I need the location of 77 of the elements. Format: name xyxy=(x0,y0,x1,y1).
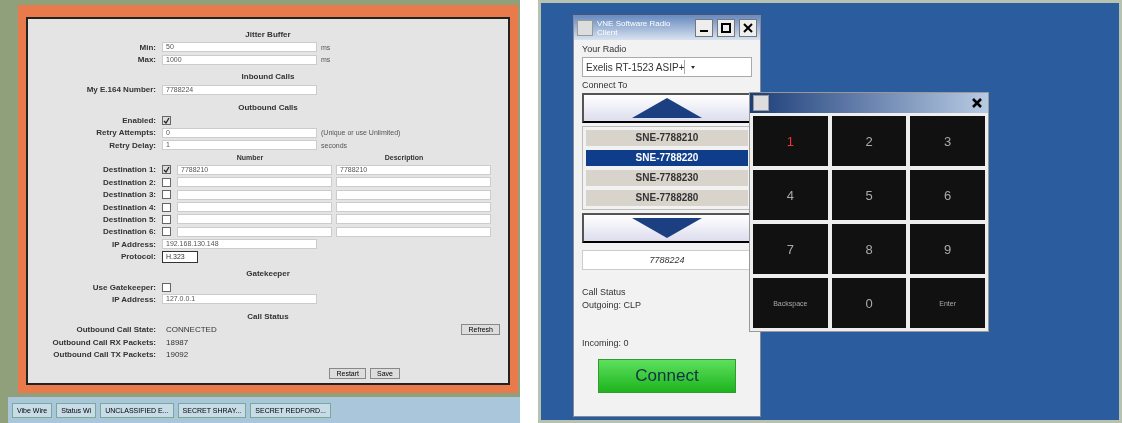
field-label: Destination 3: xyxy=(102,190,157,200)
status-value: 18987 xyxy=(166,337,189,347)
minimize-icon[interactable] xyxy=(695,19,713,37)
section-label: Call Status xyxy=(582,287,627,297)
keypad-key[interactable]: 2 xyxy=(831,116,907,166)
field-label: IP Address: xyxy=(111,294,157,304)
section-heading: Gatekeeper xyxy=(246,269,290,279)
section-heading: Outbound Calls xyxy=(238,102,298,112)
maximize-icon[interactable] xyxy=(717,19,735,37)
checkbox[interactable] xyxy=(162,202,171,212)
field-label: Outbound Call State: xyxy=(75,325,157,335)
keypad-key[interactable]: 8 xyxy=(831,224,907,274)
keypad-key[interactable]: 7 xyxy=(753,224,828,274)
scroll-down-button[interactable] xyxy=(582,213,752,243)
section-heading: Jitter Buffer xyxy=(245,29,291,39)
up-arrow-icon xyxy=(632,98,702,118)
field-label: Outbound Call RX Packets: xyxy=(51,337,157,347)
input-field[interactable] xyxy=(336,202,491,213)
checkbox[interactable] xyxy=(162,115,171,125)
keypad-key[interactable]: 1 xyxy=(753,116,828,166)
status-text: Outgoing: CLP xyxy=(582,300,643,310)
keypad-key[interactable]: 4 xyxy=(753,170,828,220)
contact-item[interactable]: SNE-7788280 xyxy=(586,190,748,206)
app-icon xyxy=(753,95,769,111)
field-label: Connect To xyxy=(582,80,629,90)
contact-item[interactable]: SNE-7788210 xyxy=(586,130,748,146)
input-field[interactable] xyxy=(177,202,332,213)
field-label: Use Gatekeeper: xyxy=(91,282,157,292)
app-icon xyxy=(577,20,593,36)
contact-item[interactable]: SNE-7788230 xyxy=(586,170,748,186)
field-label: Max: xyxy=(136,55,157,65)
field-label: Destination 6: xyxy=(102,227,157,237)
section-heading: Call Status xyxy=(247,312,289,322)
number-field[interactable]: 7788224 xyxy=(582,250,752,270)
field-label: Enabled: xyxy=(121,115,157,125)
checkbox[interactable] xyxy=(162,190,171,200)
checkbox[interactable] xyxy=(162,165,171,175)
contact-item[interactable]: SNE-7788220 xyxy=(586,150,748,166)
status-value: 19092 xyxy=(166,350,189,360)
field-label: Retry Attempts: xyxy=(95,128,157,138)
checkbox[interactable] xyxy=(162,282,171,292)
input-field[interactable] xyxy=(336,226,491,237)
close-icon[interactable] xyxy=(739,19,757,37)
keypad-key[interactable]: 0 xyxy=(831,278,907,328)
field-label: Destination 2: xyxy=(102,177,157,187)
input-field[interactable] xyxy=(336,177,491,188)
input-field[interactable] xyxy=(177,226,332,237)
field-label: Destination 1: xyxy=(102,165,157,175)
scroll-up-button[interactable] xyxy=(582,93,752,123)
field-label: Your Radio xyxy=(582,44,628,54)
input-field[interactable] xyxy=(177,189,332,200)
keypad-key[interactable]: 9 xyxy=(910,224,985,274)
field-label: IP Address: xyxy=(111,239,157,249)
keypad-key[interactable]: 5 xyxy=(831,170,907,220)
field-label: Protocol: xyxy=(119,252,157,262)
checkbox[interactable] xyxy=(162,227,171,237)
field-label: Outbound Call TX Packets: xyxy=(52,350,157,360)
input-field[interactable] xyxy=(336,214,491,225)
section-heading: Inbound Calls xyxy=(241,72,295,82)
keypad-key[interactable]: 3 xyxy=(910,116,985,166)
input-field[interactable] xyxy=(177,177,332,188)
field-label: Destination 4: xyxy=(102,202,157,212)
field-label: Min: xyxy=(138,42,157,52)
checkbox[interactable] xyxy=(162,215,171,224)
down-arrow-icon xyxy=(632,218,702,238)
field-label: My E.164 Number: xyxy=(85,85,157,95)
checkbox[interactable] xyxy=(162,177,171,187)
status-text: Incoming: 0 xyxy=(582,338,630,348)
field-label: Destination 5: xyxy=(102,215,157,224)
window-title: VNE Software Radio Client xyxy=(597,19,672,37)
connect-button[interactable]: Connect xyxy=(598,359,736,393)
input-field[interactable] xyxy=(336,189,491,200)
status-value: CONNECTED xyxy=(166,325,217,335)
input-field[interactable] xyxy=(177,214,332,225)
field-label: Retry Delay: xyxy=(108,140,157,150)
radio-dropdown[interactable]: Exelis RT-1523 ASIP+ xyxy=(582,57,752,77)
keypad-key[interactable]: 6 xyxy=(910,170,985,220)
